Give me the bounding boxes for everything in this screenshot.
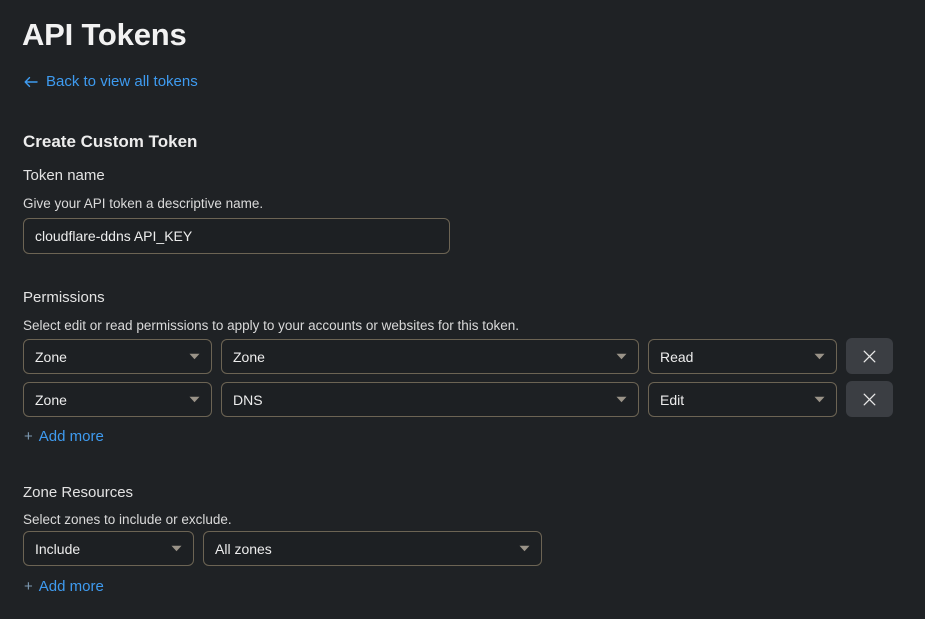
zone-resources-add-more-label: Add more [38,578,104,595]
permission-remove-button-0[interactable] [846,338,893,374]
permission-access-select-0[interactable]: Read [648,339,837,374]
permission-remove-button-1[interactable] [846,381,893,417]
token-name-description: Give your API token a descriptive name. [23,196,264,211]
permission-resource-select-0[interactable]: Zone [221,339,639,374]
zone-resources-add-more-button[interactable]: + Add more [24,576,104,598]
chevron-down-icon [189,396,200,403]
plus-icon: + [24,578,33,595]
permission-resource-value-1: DNS [233,391,263,408]
permissions-description: Select edit or read permissions to apply… [23,318,519,333]
close-icon [862,392,877,407]
back-to-tokens-label: Back to view all tokens [46,73,198,90]
zone-resource-mode-select-0[interactable]: Include [23,531,194,566]
permissions-add-more-button[interactable]: + Add more [24,426,104,448]
permission-access-value-1: Edit [660,391,685,408]
api-tokens-page: API Tokens Back to view all tokens Creat… [0,0,925,619]
token-name-label: Token name [23,167,105,184]
permission-resource-select-1[interactable]: DNS [221,382,639,417]
permissions-add-more-label: Add more [38,428,104,445]
chevron-down-icon [616,396,627,403]
permission-resource-value-0: Zone [233,348,265,365]
zone-resource-target-select-0[interactable]: All zones [203,531,542,566]
chevron-down-icon [814,353,825,360]
zone-resources-label: Zone Resources [23,484,134,501]
permission-scope-value-0: Zone [35,348,67,365]
arrow-left-icon [23,74,39,90]
zone-resource-mode-value-0: Include [35,540,81,557]
back-to-tokens-link[interactable]: Back to view all tokens [23,71,198,93]
permission-access-select-1[interactable]: Edit [648,382,837,417]
create-custom-token-heading: Create Custom Token [23,132,198,151]
chevron-down-icon [616,353,627,360]
permission-scope-select-1[interactable]: Zone [23,382,212,417]
zone-resource-target-value-0: All zones [215,540,272,557]
chevron-down-icon [814,396,825,403]
chevron-down-icon [519,545,530,552]
token-name-input[interactable] [23,218,450,254]
close-icon [862,349,877,364]
permission-scope-select-0[interactable]: Zone [23,339,212,374]
chevron-down-icon [189,353,200,360]
permissions-label: Permissions [23,289,105,306]
zone-resources-description: Select zones to include or exclude. [23,512,232,527]
plus-icon: + [24,428,33,445]
page-title: API Tokens [22,17,187,52]
permission-scope-value-1: Zone [35,391,67,408]
chevron-down-icon [171,545,182,552]
permission-access-value-0: Read [660,348,694,365]
